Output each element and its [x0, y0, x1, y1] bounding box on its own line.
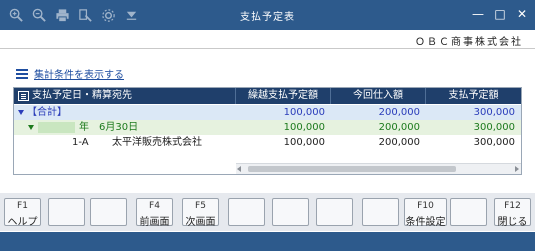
table-header: 支払予定日・精算宛先 繰越支払予定額 今回仕入額 支払予定額: [14, 88, 521, 104]
year-era-redacted: [38, 122, 75, 133]
scroll-right-icon[interactable]: [515, 166, 519, 172]
payee-code: 1-A: [72, 137, 89, 148]
scroll-left-icon[interactable]: [237, 166, 241, 172]
table-row-payee[interactable]: 1-A 太平洋販売株式会社 100,000 200,000 300,000: [14, 135, 521, 150]
cell-carryover: 100,000: [283, 107, 325, 118]
cell-purchase: 200,000: [378, 137, 420, 148]
cell-payment: 300,000: [473, 107, 515, 118]
column-header-carryover[interactable]: 繰越支払予定額: [236, 88, 331, 104]
show-conditions-link[interactable]: 集計条件を表示する: [16, 66, 124, 81]
status-bar: [0, 232, 535, 251]
year-suffix: 年: [79, 122, 89, 133]
f6-button[interactable]: [228, 198, 265, 226]
title-bar: 支払予定表 — □ ✕: [0, 0, 535, 30]
table-row-total[interactable]: 【合計】 100,000 200,000 300,000: [14, 105, 521, 120]
minimize-icon[interactable]: —: [469, 5, 487, 23]
maximize-icon[interactable]: □: [491, 5, 509, 23]
payment-schedule-table[interactable]: 支払予定日・精算宛先 繰越支払予定額 今回仕入額 支払予定額 【合計】 100,…: [13, 87, 522, 175]
payee-name: 太平洋販売株式会社: [112, 137, 202, 148]
expand-triangle-icon[interactable]: [18, 110, 24, 115]
cell-carryover: 100,000: [283, 137, 325, 148]
table-row-date[interactable]: 年 6月30日 100,000 200,000 300,000: [14, 120, 521, 135]
list-icon: [16, 68, 28, 79]
tree-toggle-icon[interactable]: [18, 91, 29, 101]
column-header-payment[interactable]: 支払予定額: [426, 88, 521, 104]
date-label: 6月30日: [99, 122, 139, 133]
scrollbar-thumb[interactable]: [248, 166, 456, 172]
expand-triangle-icon[interactable]: [28, 125, 34, 130]
company-name: ＯＢＣ商事株式会社: [415, 37, 523, 48]
f9-button[interactable]: [362, 198, 399, 226]
divider: [0, 48, 535, 49]
cell-purchase: 200,000: [378, 122, 420, 133]
f2-button[interactable]: [48, 198, 85, 226]
horizontal-scrollbar[interactable]: [236, 163, 521, 174]
cell-payment: 300,000: [473, 122, 515, 133]
f4-prev-screen-button[interactable]: F4 前画面: [136, 198, 173, 228]
f1-help-button[interactable]: F1 ヘルプ: [4, 198, 41, 228]
total-label: 【合計】: [27, 107, 67, 118]
f7-button[interactable]: [272, 198, 309, 226]
cell-carryover: 100,000: [283, 122, 325, 133]
cell-payment: 300,000: [473, 137, 515, 148]
f8-button[interactable]: [316, 198, 353, 226]
column-header-date-payee[interactable]: 支払予定日・精算宛先: [14, 88, 236, 104]
close-icon[interactable]: ✕: [513, 5, 531, 23]
window-controls: — □ ✕: [469, 5, 531, 23]
f10-condition-settings-button[interactable]: F10 条件設定: [404, 198, 447, 228]
f12-close-button[interactable]: F12 閉じる: [494, 198, 531, 228]
column-header-purchase[interactable]: 今回仕入額: [331, 88, 426, 104]
window-title: 支払予定表: [240, 12, 295, 23]
cell-purchase: 200,000: [378, 107, 420, 118]
f3-button[interactable]: [90, 198, 127, 226]
f11-button[interactable]: [450, 198, 487, 226]
f5-next-screen-button[interactable]: F5 次画面: [182, 198, 219, 228]
show-conditions-label: 集計条件を表示する: [34, 70, 124, 81]
